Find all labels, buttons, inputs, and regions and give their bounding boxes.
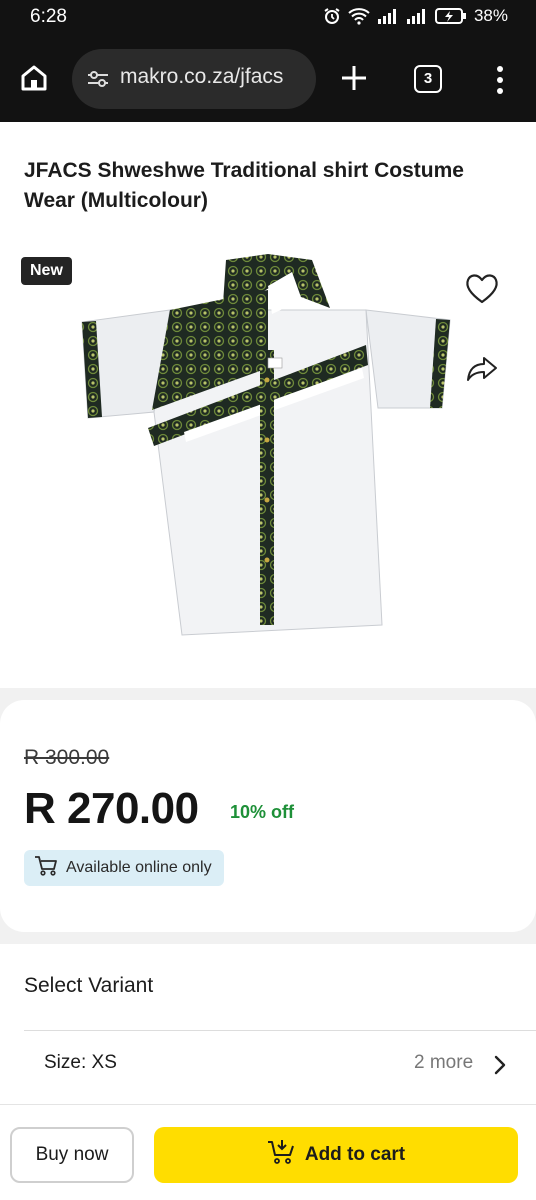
more-vertical-icon (488, 66, 512, 100)
product-image[interactable] (72, 250, 462, 640)
home-icon (18, 65, 50, 98)
url-text: makro.co.za/jfacs (120, 65, 284, 88)
browser-menu-button[interactable] (488, 64, 512, 96)
new-badge: New (21, 257, 72, 285)
divider (24, 1030, 536, 1031)
heart-icon (462, 274, 502, 312)
plus-icon (338, 66, 370, 98)
product-title: JFACS Shweshwe Traditional shirt Costume… (24, 159, 464, 212)
status-time: 6:28 (30, 6, 67, 27)
buy-now-button[interactable]: Buy now (10, 1127, 134, 1183)
battery-charging-icon (434, 7, 467, 25)
status-icons: 38% (323, 6, 508, 26)
page-content: JFACS Shweshwe Traditional shirt Costume… (0, 122, 536, 1200)
share-button[interactable] (462, 348, 502, 388)
wifi-icon (348, 7, 370, 25)
buy-now-label: Buy now (35, 1144, 109, 1165)
add-to-cart-label: Add to cart (304, 1144, 406, 1165)
add-to-cart-button[interactable]: Add to cart (154, 1127, 518, 1183)
bottom-action-bar: Buy now Add to cart (0, 1104, 536, 1200)
cart-icon (34, 855, 58, 882)
site-settings-icon[interactable] (86, 69, 110, 94)
size-label: Size: XS (44, 1052, 117, 1073)
address-bar[interactable]: makro.co.za/jfacs (72, 49, 316, 109)
new-tab-button[interactable] (338, 62, 370, 94)
wishlist-button[interactable] (462, 268, 502, 308)
price-card: R 300.00 R 270.00 10% off Available onli… (0, 700, 536, 932)
chevron-right-icon (492, 1054, 508, 1081)
add-to-cart-icon (267, 1138, 297, 1172)
old-price: R 300.00 (24, 746, 110, 769)
browser-toolbar: makro.co.za/jfacs 3 (0, 36, 536, 122)
status-bar: 6:28 38% (0, 0, 536, 36)
signal-icon (377, 8, 399, 24)
product-header: JFACS Shweshwe Traditional shirt Costume… (0, 122, 536, 688)
signal-icon (406, 8, 428, 24)
alarm-icon (323, 7, 341, 25)
tab-switcher-button[interactable]: 3 (414, 65, 442, 93)
discount-label: 10% off (230, 802, 295, 822)
battery-level: 38% (473, 6, 508, 25)
current-price: R 270.00 (24, 784, 199, 833)
availability-tag: Available online only (24, 850, 224, 886)
size-selector[interactable]: Size: XS 2 more (0, 1032, 536, 1100)
availability-text: Available online only (66, 859, 212, 876)
variant-heading: Select Variant (24, 974, 154, 997)
more-options-text: 2 more (414, 1052, 474, 1073)
share-icon (462, 357, 502, 392)
home-button[interactable] (18, 62, 54, 98)
